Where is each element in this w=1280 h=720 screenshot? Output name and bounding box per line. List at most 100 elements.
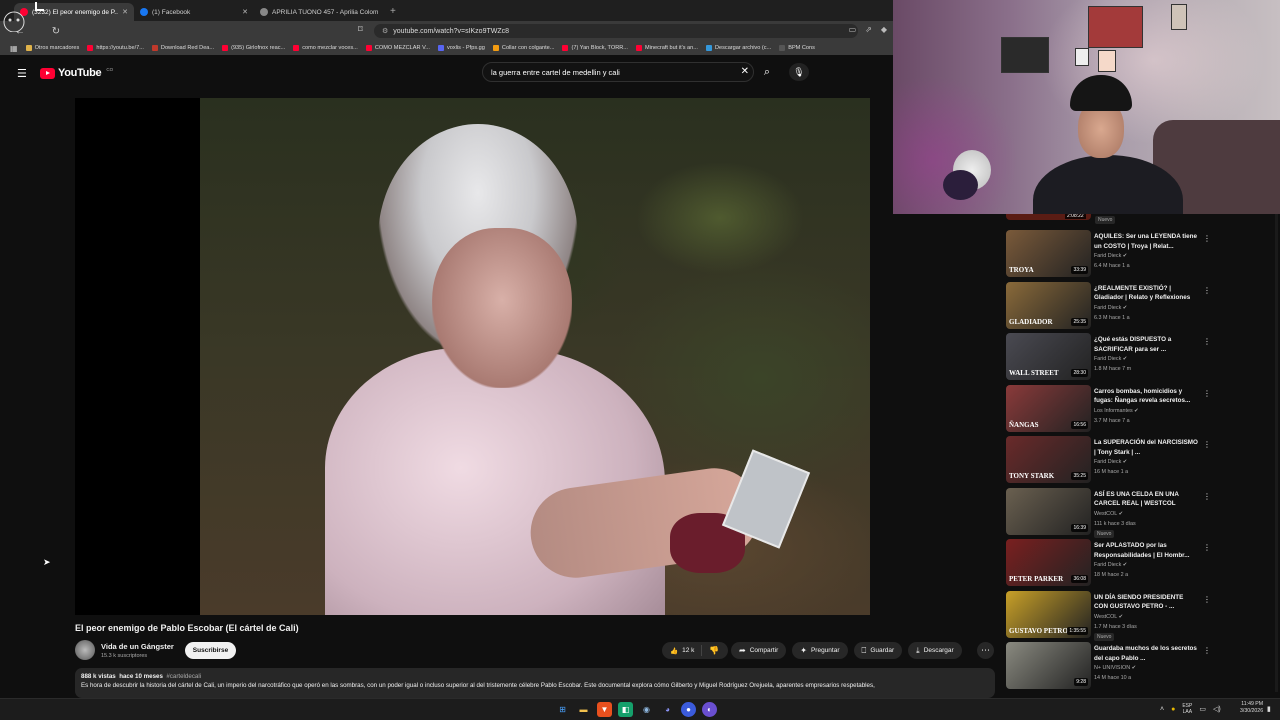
recommendation-title[interactable]: La SUPERACIÓN del NARCISISMO | Tony Star… xyxy=(1094,438,1199,457)
video-thumbnail[interactable]: 16:39 xyxy=(1006,487,1091,535)
close-tab-icon[interactable]: ✕ xyxy=(242,8,248,16)
dislike-button[interactable]: 👎 xyxy=(702,646,719,655)
bookmark-item[interactable]: Descargar archivo (c... xyxy=(705,45,771,51)
bookmark-item[interactable]: voxlis - Pfps.gg xyxy=(437,45,485,51)
recommendation-item[interactable]: PETER PARKER 36:08 Ser APLASTADO por las R… xyxy=(1006,539,1211,589)
recommendation-channel[interactable]: Farid Dieck ✔ xyxy=(1094,562,1127,568)
recommendation-title[interactable]: UN DÍA SIENDO PRESIDENTE CON GUSTAVO PET… xyxy=(1094,593,1199,612)
site-info-icon[interactable]: ⚙ xyxy=(382,27,388,35)
apps-grid-icon[interactable]: ▦ xyxy=(10,44,18,53)
youtube-logo[interactable]: YouTube CO xyxy=(40,67,113,79)
bookmark-item[interactable]: BPM Cons xyxy=(779,45,815,51)
recommendation-title[interactable]: Ser APLASTADO por las Responsabilidades … xyxy=(1094,541,1199,560)
description-box[interactable]: 888 k vistas hace 10 meses #carteldecali… xyxy=(75,668,995,698)
network-icon[interactable]: ▭ xyxy=(1199,705,1206,713)
search-input[interactable]: la guerra entre cartel de medellin y cal… xyxy=(482,62,754,82)
channel-avatar[interactable] xyxy=(75,640,95,660)
bookmark-item[interactable]: Minecraft but it's an... xyxy=(635,45,698,51)
channel-name[interactable]: Vida de un Gángster xyxy=(101,642,174,651)
video-thumbnail[interactable]: GUSTAVO PETRO 1:35:55 xyxy=(1006,590,1091,638)
bookmark-item[interactable]: Otros marcadores xyxy=(25,45,79,51)
more-options-icon[interactable]: ⋮ xyxy=(1203,337,1211,346)
recommendation-title[interactable]: AQUILES: Ser una LEYENDA tiene un COSTO … xyxy=(1094,232,1199,251)
more-options-icon[interactable]: ⋮ xyxy=(1203,234,1211,243)
video-thumbnail[interactable]: TONY STARK 35:25 xyxy=(1006,436,1091,483)
more-options-icon[interactable]: ⋮ xyxy=(1203,286,1211,295)
recommendation-item[interactable]: ÑANGAS 16:56 Carros bombas, homicidios y f… xyxy=(1006,384,1211,435)
more-options-icon[interactable]: ⋮ xyxy=(1203,440,1211,449)
recommendation-channel[interactable]: WestCOL ✔ xyxy=(1094,511,1123,517)
recommendation-item[interactable]: GLADIADOR 25:35 ¿REALMENTE EXISTIÓ? | Glad… xyxy=(1006,281,1211,332)
extension-icon[interactable]: ◆ xyxy=(881,25,887,34)
obs-icon[interactable]: ◐ xyxy=(702,702,717,717)
video-thumbnail[interactable]: GLADIADOR 25:35 xyxy=(1006,281,1091,329)
tray-expand-icon[interactable]: ˄ xyxy=(1160,706,1164,713)
app-icon[interactable]: ◧ xyxy=(618,702,633,717)
recommendation-item[interactable]: WALL STREET 28:30 ¿Qué estás DISPUESTO a S… xyxy=(1006,333,1211,383)
video-thumbnail[interactable]: 9:28 xyxy=(1006,642,1091,689)
volume-icon[interactable]: ◁) xyxy=(1213,705,1221,713)
language-indicator[interactable]: ESP LAA xyxy=(1182,703,1192,715)
recommendation-title[interactable]: ASÍ ES UNA CELDA EN UNA CARCEL REAL | WE… xyxy=(1094,490,1199,509)
video-thumbnail[interactable]: ÑANGAS 16:56 xyxy=(1006,384,1091,432)
video-thumbnail[interactable]: TROYA 33:39 xyxy=(1006,230,1091,277)
steam-icon[interactable]: ◉ xyxy=(639,702,654,717)
recommendation-title[interactable]: Guardaba muchos de los secretos del capo… xyxy=(1094,644,1199,663)
recommendation-title[interactable]: ¿Qué estás DISPUESTO a SACRIFICAR para s… xyxy=(1094,335,1199,354)
more-options-icon[interactable]: ⋮ xyxy=(1203,646,1211,655)
url-field[interactable]: ⚙ youtube.com/watch?v=sIKzo9TWZc8 xyxy=(374,24,858,38)
ask-button[interactable]: ✦ Preguntar xyxy=(792,642,848,659)
save-button[interactable]: ⎕ Guardar xyxy=(853,642,903,659)
start-menu-icon[interactable]: ⊞ xyxy=(555,702,570,717)
bookmark-star-icon[interactable]: ⌑ xyxy=(358,24,363,35)
clear-search-icon[interactable]: ✕ xyxy=(741,66,749,77)
more-options-icon[interactable]: ⋮ xyxy=(1203,389,1211,398)
hamburger-menu-icon[interactable]: ☰ xyxy=(17,67,27,80)
recommendation-channel[interactable]: WestCOL ✔ xyxy=(1094,614,1123,620)
like-button[interactable]: 👍 12 k xyxy=(662,645,702,656)
subscribe-button[interactable]: Suscribirse xyxy=(185,642,236,659)
browser-tab[interactable]: APRILIA TUONO 457 - Aprilia Colom... xyxy=(254,3,384,21)
bookmark-item[interactable]: Download Red Dea... xyxy=(151,45,214,51)
tray-app-icon[interactable]: ● xyxy=(1171,706,1175,713)
more-actions-button[interactable]: ⋯ xyxy=(977,642,994,659)
recommendation-item[interactable]: TROYA 33:39 AQUILES: Ser una LEYENDA tiene… xyxy=(1006,230,1211,280)
search-button[interactable]: ⌕ xyxy=(754,62,780,82)
recommendation-channel[interactable]: Farid Dieck ✔ xyxy=(1094,253,1127,259)
bookmark-item[interactable]: Collar con colgante... xyxy=(492,45,554,51)
recommendation-channel[interactable]: N+ UNIVISION ✔ xyxy=(1094,665,1136,671)
video-player[interactable] xyxy=(75,98,870,615)
voice-search-button[interactable]: 🎙 xyxy=(789,63,809,81)
browser-tab[interactable]: (1) Facebook ✕ xyxy=(134,3,254,21)
download-button[interactable]: ⤓ Descargar xyxy=(908,642,962,659)
recommendation-item[interactable]: 16:39 ASÍ ES UNA CELDA EN UNA CARCEL REAL… xyxy=(1006,487,1211,538)
video-thumbnail[interactable]: WALL STREET 28:30 xyxy=(1006,333,1091,380)
more-options-icon[interactable]: ⋮ xyxy=(1203,492,1211,501)
cast-icon[interactable]: ▭ xyxy=(849,25,857,34)
bookmark-item[interactable]: (935) Girlofnox reac... xyxy=(222,45,285,51)
system-clock[interactable]: 11:49 PM 3/30/2026 xyxy=(1240,701,1263,715)
bookmark-item[interactable]: COMO MEZCLAR V... xyxy=(365,45,430,51)
share-icon[interactable]: ⇗ xyxy=(865,25,872,34)
video-thumbnail[interactable]: PETER PARKER 36:08 xyxy=(1006,539,1091,586)
recommendation-title[interactable]: Carros bombas, homicidios y fugas: Ñanga… xyxy=(1094,387,1199,406)
discord-icon[interactable]: ◕ xyxy=(660,702,675,717)
recommendation-item[interactable]: TONY STARK 35:25 La SUPERACIÓN del NARCISI… xyxy=(1006,436,1211,486)
file-explorer-icon[interactable]: ▬ xyxy=(576,702,591,717)
recommendation-item[interactable]: 9:28 Guardaba muchos de los secretos del … xyxy=(1006,642,1211,692)
chat-app-icon[interactable]: ● xyxy=(681,702,696,717)
new-tab-button[interactable]: + xyxy=(390,6,396,17)
bookmark-item[interactable]: (7) Yan Block, TORR... xyxy=(562,45,628,51)
close-tab-icon[interactable]: ✕ xyxy=(122,8,128,16)
more-options-icon[interactable]: ⋮ xyxy=(1203,595,1211,604)
brave-browser-icon[interactable]: ▼ xyxy=(597,702,612,717)
recommendation-channel[interactable]: Los Informantes ✔ xyxy=(1094,408,1139,414)
bookmark-item[interactable]: https://youtu.be/7... xyxy=(87,45,144,51)
recommendation-channel[interactable]: Farid Dieck ✔ xyxy=(1094,356,1127,362)
recommendation-title[interactable]: ¿REALMENTE EXISTIÓ? | Gladiador | Relato… xyxy=(1094,284,1199,303)
recommendation-channel[interactable]: Farid Dieck ✔ xyxy=(1094,305,1127,311)
bookmark-item[interactable]: como mezclar voces... xyxy=(293,45,358,51)
more-options-icon[interactable]: ⋮ xyxy=(1203,543,1211,552)
share-button[interactable]: ➦ Compartir xyxy=(731,642,787,659)
page-scrollbar[interactable] xyxy=(1275,214,1278,692)
